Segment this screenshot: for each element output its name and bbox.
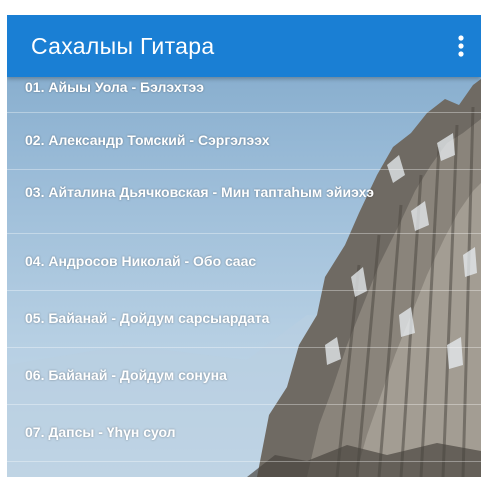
app-title: Сахалыы Гитара [31,33,215,59]
track-title: 07. Дапсы - Үһүн суол [25,424,176,440]
track-item[interactable]: 05. Байанай - Дойдум сарсыардата [7,291,481,348]
track-item[interactable]: 07. Дапсы - Үһүн суол [7,405,481,462]
app-content: Сахалыы Гитара 01. Айыы Уола - Бэлэхтээ … [7,15,481,477]
more-vert-icon [458,35,464,57]
track-item[interactable]: 03. Айталина Дьячковская - Мин таптаһым … [7,170,481,234]
track-title: 03. Айталина Дьячковская - Мин таптаһым … [25,184,374,200]
track-item[interactable]: 06. Байанай - Дойдум сонуна [7,348,481,405]
track-item[interactable]: 02. Александр Томский - Сэргэлээх [7,113,481,170]
app-bar: Сахалыы Гитара [7,15,481,77]
track-item[interactable]: 01. Айыы Уола - Бэлэхтээ [7,77,481,113]
track-title: 02. Александр Томский - Сэргэлээх [25,132,270,148]
track-item[interactable]: 04. Андросов Николай - Oбo caac [7,234,481,291]
more-options-button[interactable] [449,32,473,60]
track-title: 04. Андросов Николай - Oбo caac [25,253,257,269]
screen: Сахалыы Гитара 01. Айыы Уола - Бэлэхтээ … [0,0,481,477]
track-title: 01. Айыы Уола - Бэлэхтээ [25,79,205,95]
track-title: 05. Байанай - Дойдум сарсыардата [25,310,270,326]
track-title: 06. Байанай - Дойдум сонуна [25,367,227,383]
track-list: 01. Айыы Уола - Бэлэхтээ 02. Александр Т… [7,77,481,477]
